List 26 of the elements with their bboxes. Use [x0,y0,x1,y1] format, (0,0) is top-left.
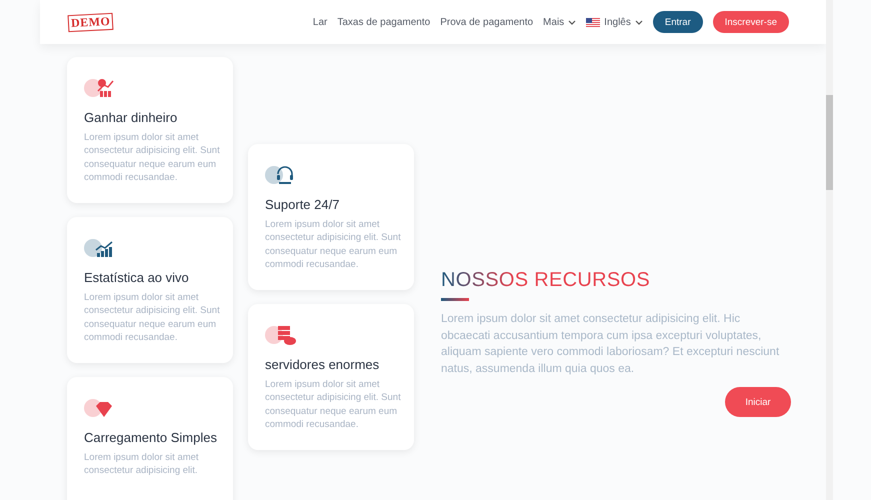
scrollbar-thumb[interactable] [826,95,833,190]
feature-description: Lorem ipsum dolor sit amet consectetur adipisicing elit. Sunt consequatur neque earum eum commodi recusandae. [265,218,402,272]
feature-description: Lorem ipsum dolor sit amet consectetur adipisicing elit. [84,451,200,478]
feature-title: servidores enormes [265,357,380,372]
login-button[interactable]: Entrar [652,11,703,33]
nav-link[interactable]: Taxas de pagamento [337,16,430,28]
nav-dropdown[interactable]: Mais [543,16,576,28]
feature-title: Carregamento Simples [84,430,218,445]
chevron-down-icon [568,20,576,24]
nav-link[interactable]: Lar [312,16,328,28]
demo-logo[interactable]: DEMO [68,12,114,32]
scrollbar[interactable] [826,0,833,500]
section-paragraph: Lorem ipsum dolor sit amet consectetur adipisicing elit. Hic obcaecati accusantium tempora cum ipsa excepturi voluptates, aliquam sapiente vero commodi laboriosam? Et excepturi nesciunt natus, assumenda illum quia quos ea. [441,312,780,376]
signup-button[interactable]: Inscrever-se [712,11,789,33]
language-selector[interactable]: Inglês [586,16,643,28]
chevron-down-icon [634,20,643,24]
nav-link[interactable]: Prova de pagamento [440,16,534,28]
heading-underline [441,298,469,301]
feature-title: Suporte 24/7 [265,197,340,212]
start-button[interactable]: Iniciar [725,387,791,417]
feature-description: Lorem ipsum dolor sit amet consectetur adipisicing elit. Sunt consequatur neque earum eum commodi recusandae. [84,291,221,345]
feature-description: Lorem ipsum dolor sit amet consectetur adipisicing elit. Sunt consequatur neque earum eum commodi recusandae. [265,378,402,432]
feature-title: Estatística ao vivo [84,270,190,285]
flag-icon [586,18,600,26]
feature-description: Lorem ipsum dolor sit amet consectetur adipisicing elit. Sunt consequatur neque earum eum commodi recusandae. [84,131,221,185]
feature-title: Ganhar dinheiro [84,110,178,125]
